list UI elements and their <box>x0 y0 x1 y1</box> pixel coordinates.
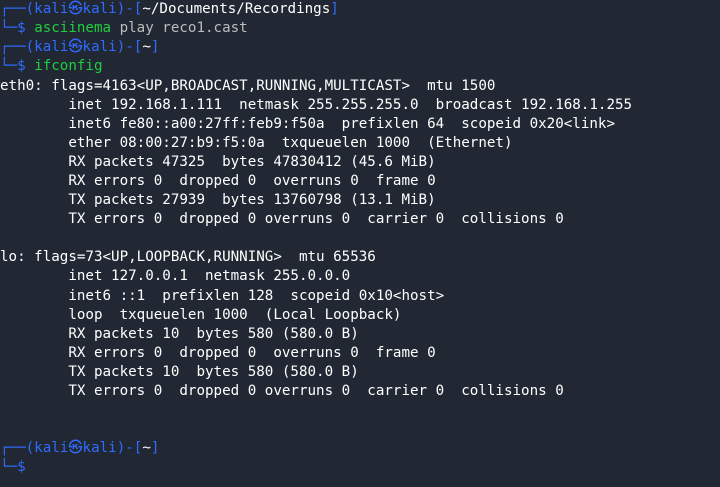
prompt-directory: ~ <box>142 440 151 456</box>
prompt-user: kali <box>34 440 69 456</box>
prompt-top-prefix: ┌──( <box>0 39 35 55</box>
prompt-host: kali <box>82 39 117 55</box>
prompt-separator-icon: ㉿ <box>68 1 83 17</box>
prompt-line-bottom-2: └─$ ifconfig <box>0 57 103 76</box>
prompt-directory: ~ <box>142 39 151 55</box>
prompt-close-bracket: ] <box>150 39 160 55</box>
prompt-bottom-prefix: └─ <box>0 459 18 475</box>
prompt-user: kali <box>34 39 69 55</box>
prompt-symbol: $ <box>17 20 26 36</box>
terminal-window[interactable]: ┌──(kali㉿kali)-[~/Documents/Recordings] … <box>0 0 720 487</box>
output-line: TX packets 10 bytes 580 (580.0 B) <box>0 364 359 380</box>
output-line: inet6 ::1 prefixlen 128 scopeid 0x10<hos… <box>0 288 445 304</box>
output-line: RX packets 10 bytes 580 (580.0 B) <box>0 326 359 342</box>
prompt-directory: ~/Documents/Recordings <box>142 1 331 17</box>
prompt-close-bracket: ] <box>150 440 160 456</box>
prompt-after-host: )-[ <box>116 1 143 17</box>
prompt-host: kali <box>82 440 117 456</box>
output-line: eth0: flags=4163<UP,BROADCAST,RUNNING,MU… <box>0 78 496 94</box>
prompt-line-bottom-3[interactable]: └─$ <box>0 458 26 477</box>
prompt-separator-icon: ㉿ <box>68 440 83 456</box>
prompt-after-host: )-[ <box>116 440 143 456</box>
prompt-top-prefix: ┌──( <box>0 1 35 17</box>
output-line: ether 08:00:27:b9:f5:0a txqueuelen 1000 … <box>0 135 513 151</box>
output-line: lo: flags=73<UP,LOOPBACK,RUNNING> mtu 65… <box>0 249 376 265</box>
prompt-line-top-1: ┌──(kali㉿kali)-[~/Documents/Recordings] <box>0 0 339 19</box>
output-line: loop txqueuelen 1000 (Local Loopback) <box>0 307 402 323</box>
prompt-after-host: )-[ <box>116 39 143 55</box>
prompt-bottom-prefix: └─ <box>0 58 18 74</box>
prompt-line-top-2: ┌──(kali㉿kali)-[~] <box>0 38 159 57</box>
prompt-symbol: $ <box>17 58 26 74</box>
output-line: RX errors 0 dropped 0 overruns 0 frame 0 <box>0 173 436 189</box>
output-line: inet6 fe80::a00:27ff:feb9:f50a prefixlen… <box>0 116 615 132</box>
prompt-line-bottom-1: └─$ asciinema play reco1.cast <box>0 19 248 38</box>
command-name: ifconfig <box>34 58 103 74</box>
command-name: asciinema <box>34 20 112 36</box>
prompt-separator-icon: ㉿ <box>68 39 83 55</box>
prompt-bottom-prefix: └─ <box>0 20 18 36</box>
prompt-symbol: $ <box>17 459 26 475</box>
output-line: TX errors 0 dropped 0 overruns 0 carrier… <box>0 211 564 227</box>
output-line: inet 192.168.1.111 netmask 255.255.255.0… <box>0 97 633 113</box>
output-line: TX errors 0 dropped 0 overruns 0 carrier… <box>0 383 564 399</box>
prompt-top-prefix: ┌──( <box>0 440 35 456</box>
output-line: inet 127.0.0.1 netmask 255.0.0.0 <box>0 268 351 284</box>
output-line: RX packets 47325 bytes 47830412 (45.6 Mi… <box>0 154 436 170</box>
prompt-close-bracket: ] <box>330 1 339 17</box>
prompt-host: kali <box>82 1 117 17</box>
output-line: RX errors 0 dropped 0 overruns 0 frame 0 <box>0 345 436 361</box>
command-args: play reco1.cast <box>111 20 248 36</box>
output-line: TX packets 27939 bytes 13760798 (13.1 Mi… <box>0 192 436 208</box>
prompt-line-top-3: ┌──(kali㉿kali)-[~] <box>0 439 159 458</box>
prompt-user: kali <box>34 1 69 17</box>
